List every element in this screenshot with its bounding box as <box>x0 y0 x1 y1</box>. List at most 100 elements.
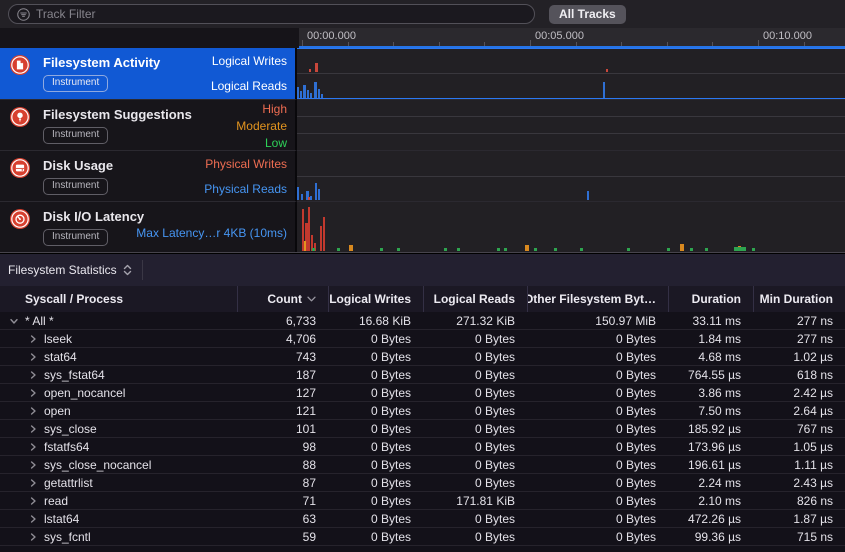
chevron-right-icon[interactable] <box>29 371 37 379</box>
track-graph[interactable] <box>297 201 845 252</box>
spike <box>444 248 447 251</box>
table-row[interactable]: open1210 Bytes0 Bytes0 Bytes7.50 ms2.64 … <box>0 402 845 420</box>
detail-view-selector[interactable]: Filesystem Statistics <box>8 263 117 277</box>
table-row[interactable]: lseek4,7060 Bytes0 Bytes0 Bytes1.84 ms27… <box>0 330 845 348</box>
syscall-name: lstat64 <box>44 512 79 526</box>
value-cell-5: 618 ns <box>753 368 845 382</box>
spike <box>315 183 317 200</box>
track-lane <box>297 177 845 202</box>
track-row-disk-io-latency[interactable]: Disk I/O LatencyInstrumentMax Latency…r … <box>0 201 845 252</box>
track-row-filesystem-activity[interactable]: Filesystem ActivityInstrumentLogical Wri… <box>0 48 845 99</box>
column-header-4[interactable]: Other Filesystem Byt… <box>527 286 668 312</box>
track-filter-toolbar: All Tracks <box>0 0 845 28</box>
syscall-name: fstatfs64 <box>44 440 89 454</box>
value-cell-2: 271.32 KiB <box>423 314 527 328</box>
value-cell-5: 1.87 µs <box>753 512 845 526</box>
value-cell-1: 0 Bytes <box>328 494 423 508</box>
instrument-badge: Instrument <box>43 229 108 246</box>
value-cell-4: 99.36 µs <box>668 530 753 544</box>
track-graph[interactable] <box>297 99 845 150</box>
track-header-filesystem-activity[interactable]: Filesystem ActivityInstrumentLogical Wri… <box>0 48 297 99</box>
column-header-2[interactable]: Logical Writes <box>328 286 423 312</box>
column-header-6[interactable]: Min Duration <box>753 286 845 312</box>
value-cell-0: 121 <box>237 404 328 418</box>
spike <box>300 91 302 98</box>
value-cell-5: 1.02 µs <box>753 350 845 364</box>
track-filter-field[interactable] <box>8 4 535 24</box>
value-cell-5: 1.11 µs <box>753 458 845 472</box>
value-cell-2: 0 Bytes <box>423 530 527 544</box>
table-row[interactable]: getattrlist870 Bytes0 Bytes0 Bytes2.24 m… <box>0 474 845 492</box>
track-header-filesystem-suggestions[interactable]: Filesystem SuggestionsInstrumentHighMode… <box>0 99 297 150</box>
spike <box>337 248 340 251</box>
track-filter-input[interactable] <box>36 7 526 21</box>
column-header-1[interactable]: Count <box>237 286 328 312</box>
value-cell-0: 187 <box>237 368 328 382</box>
table-row[interactable]: lstat64630 Bytes0 Bytes0 Bytes472.26 µs1… <box>0 510 845 528</box>
column-header-5[interactable]: Duration <box>668 286 753 312</box>
chevron-right-icon[interactable] <box>29 533 37 541</box>
chevron-right-icon[interactable] <box>29 335 37 343</box>
syscall-cell: open <box>0 404 237 418</box>
value-cell-4: 3.86 ms <box>668 386 753 400</box>
spike <box>627 248 630 251</box>
value-cell-2: 0 Bytes <box>423 422 527 436</box>
syscall-cell: sys_close_nocancel <box>0 458 237 472</box>
chevron-right-icon[interactable] <box>29 353 37 361</box>
updown-chevron-icon[interactable] <box>123 264 132 276</box>
instrument-badge: Instrument <box>43 75 108 92</box>
spike <box>680 244 684 251</box>
table-row[interactable]: sys_close_nocancel880 Bytes0 Bytes0 Byte… <box>0 456 845 474</box>
chevron-right-icon[interactable] <box>29 479 37 487</box>
track-lane <box>297 100 845 117</box>
table-row[interactable]: sys_fstat641870 Bytes0 Bytes0 Bytes764.5… <box>0 366 845 384</box>
value-cell-2: 0 Bytes <box>423 476 527 490</box>
ruler-tick-mark <box>302 40 303 46</box>
chevron-right-icon[interactable] <box>29 389 37 397</box>
spike <box>297 87 299 98</box>
filesystem-activity-icon <box>10 55 30 75</box>
spike <box>457 248 460 251</box>
table-row[interactable]: sys_fcntl590 Bytes0 Bytes0 Bytes99.36 µs… <box>0 528 845 546</box>
chevron-right-icon[interactable] <box>29 407 37 415</box>
value-cell-2: 0 Bytes <box>423 350 527 364</box>
track-header-disk-usage[interactable]: Disk UsageInstrumentPhysical WritesPhysi… <box>0 150 297 201</box>
table-row[interactable]: * All *6,73316.68 KiB271.32 KiB150.97 Mi… <box>0 312 845 330</box>
table-row[interactable]: read710 Bytes171.81 KiB0 Bytes2.10 ms826… <box>0 492 845 510</box>
value-cell-0: 63 <box>237 512 328 526</box>
chevron-down-icon[interactable] <box>10 317 18 325</box>
track-lane <box>297 134 845 150</box>
track-row-disk-usage[interactable]: Disk UsageInstrumentPhysical WritesPhysi… <box>0 150 845 201</box>
spike <box>504 248 507 251</box>
column-header-3[interactable]: Logical Reads <box>423 286 527 312</box>
chevron-right-icon[interactable] <box>29 497 37 505</box>
all-tracks-button[interactable]: All Tracks <box>549 5 626 24</box>
chevron-right-icon[interactable] <box>29 425 37 433</box>
chevron-right-icon[interactable] <box>29 461 37 469</box>
track-row-filesystem-suggestions[interactable]: Filesystem SuggestionsInstrumentHighMode… <box>0 99 845 150</box>
ruler-tick-label: 00:10.000 <box>763 30 812 42</box>
table-row[interactable]: sys_close1010 Bytes0 Bytes0 Bytes185.92 … <box>0 420 845 438</box>
value-cell-3: 0 Bytes <box>527 512 668 526</box>
table-row[interactable]: fstatfs64980 Bytes0 Bytes0 Bytes173.96 µ… <box>0 438 845 456</box>
timeline-ruler[interactable]: 00:00.00000:05.00000:10.000 <box>299 28 845 48</box>
syscall-cell: read <box>0 494 237 508</box>
value-cell-5: 2.64 µs <box>753 404 845 418</box>
value-cell-2: 0 Bytes <box>423 458 527 472</box>
chevron-right-icon[interactable] <box>29 515 37 523</box>
filesystem-suggestions-icon <box>10 107 30 127</box>
value-cell-4: 2.24 ms <box>668 476 753 490</box>
table-row[interactable]: open_nocancel1270 Bytes0 Bytes0 Bytes3.8… <box>0 384 845 402</box>
track-header-disk-io-latency[interactable]: Disk I/O LatencyInstrumentMax Latency…r … <box>0 201 297 252</box>
value-cell-3: 0 Bytes <box>527 350 668 364</box>
instrument-badge: Instrument <box>43 127 108 144</box>
track-graph[interactable] <box>297 48 845 99</box>
chevron-right-icon[interactable] <box>29 443 37 451</box>
syscall-name: stat64 <box>44 350 77 364</box>
track-graph[interactable] <box>297 150 845 201</box>
table-row[interactable]: stat647430 Bytes0 Bytes0 Bytes4.68 ms1.0… <box>0 348 845 366</box>
column-header-0[interactable]: Syscall / Process <box>0 286 237 312</box>
value-cell-1: 0 Bytes <box>328 512 423 526</box>
value-cell-1: 0 Bytes <box>328 386 423 400</box>
value-cell-0: 127 <box>237 386 328 400</box>
